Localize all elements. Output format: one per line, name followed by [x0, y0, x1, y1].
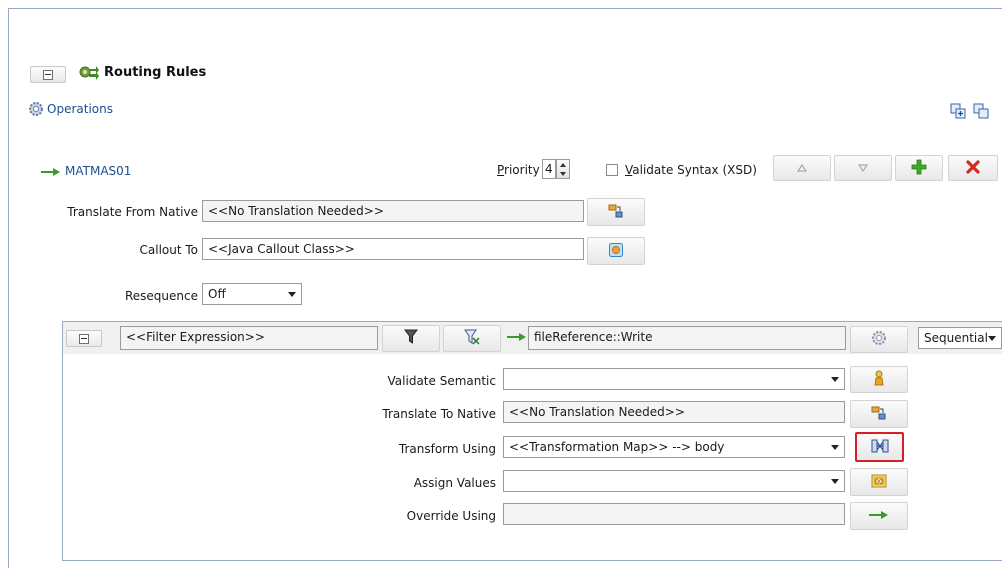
- validate-semantic-button[interactable]: [850, 366, 908, 393]
- assign-values-select[interactable]: [503, 470, 845, 492]
- callout-to-field[interactable]: <<Java Callout Class>>: [202, 238, 584, 260]
- assign-values-label: Assign Values: [413, 476, 496, 490]
- priority-input[interactable]: 4: [542, 159, 556, 179]
- chevron-down-icon: [831, 376, 839, 382]
- gear-icon: [28, 101, 44, 120]
- transform-using-label: Transform Using: [398, 442, 496, 456]
- transform-using-select[interactable]: <<Transformation Map>> --> body: [503, 436, 845, 458]
- override-using-field[interactable]: [503, 503, 845, 525]
- chevron-down-icon: [831, 444, 839, 450]
- svg-text:00: 00: [875, 478, 883, 485]
- collapse-all-icon[interactable]: [973, 103, 989, 122]
- x-icon: [965, 159, 981, 178]
- operations-link[interactable]: Operations: [47, 102, 113, 116]
- triangle-up-icon: [797, 161, 807, 175]
- execution-mode-value: Sequential: [924, 331, 988, 345]
- transform-using-value: <<Transformation Map>> --> body: [509, 440, 725, 454]
- chevron-down-icon: [288, 291, 296, 297]
- triangle-down-icon: [858, 161, 868, 175]
- chevron-down-icon: [831, 478, 839, 484]
- translate-from-native-label: Translate From Native: [67, 205, 198, 219]
- java-class-icon: [608, 242, 624, 261]
- rule-name-link[interactable]: MATMAS01: [65, 164, 131, 178]
- resequence-value: Off: [208, 287, 226, 301]
- assign-values-icon: 00: [871, 474, 887, 491]
- translate-to-native-label: Translate To Native: [382, 407, 496, 421]
- routing-rules-icon: [79, 63, 99, 84]
- callout-to-label: Callout To: [139, 243, 199, 257]
- chevron-down-icon: [988, 335, 996, 341]
- delete-rule-button[interactable]: [948, 155, 998, 181]
- resequence-select[interactable]: Off: [202, 283, 302, 305]
- translation-icon: [608, 203, 624, 222]
- validate-syntax-checkbox[interactable]: [606, 164, 618, 176]
- funnel-icon: [404, 329, 418, 348]
- filter-button[interactable]: [382, 325, 440, 352]
- assign-values-button[interactable]: 00: [850, 468, 908, 496]
- move-down-button[interactable]: [834, 155, 892, 181]
- filter-expression-field[interactable]: <<Filter Expression>>: [120, 326, 378, 350]
- window-frame-top: [8, 8, 1002, 9]
- window-frame-left: [8, 8, 9, 568]
- routing-rules-collapse-button[interactable]: [30, 66, 66, 83]
- filter-collapse-button[interactable]: [66, 330, 102, 347]
- add-rule-button[interactable]: [895, 155, 943, 181]
- transformation-map-icon: [871, 438, 889, 457]
- collapse-icon: [79, 333, 89, 344]
- arrow-right-icon: [869, 509, 889, 523]
- gear-icon: [871, 330, 887, 349]
- arrow-right-icon: [507, 331, 527, 345]
- clear-filter-button[interactable]: [443, 325, 501, 352]
- move-up-button[interactable]: [773, 155, 831, 181]
- callout-browse-button[interactable]: [587, 237, 645, 265]
- validate-semantic-select[interactable]: [503, 368, 845, 390]
- plus-icon: [911, 159, 927, 178]
- arrow-right-icon: [41, 166, 61, 180]
- translation-icon: [871, 405, 887, 424]
- collapse-icon: [43, 69, 53, 80]
- resequence-label: Resequence: [124, 289, 198, 303]
- target-service-field[interactable]: fileReference::Write: [528, 326, 846, 350]
- execution-mode-select[interactable]: Sequential: [918, 327, 1002, 349]
- transformation-map-button[interactable]: [855, 432, 904, 462]
- schematron-icon: [872, 370, 886, 389]
- target-settings-button[interactable]: [850, 326, 908, 353]
- translate-to-native-field[interactable]: <<No Translation Needed>>: [503, 401, 845, 423]
- override-using-button[interactable]: [850, 502, 908, 530]
- priority-spinner[interactable]: 4: [542, 159, 570, 179]
- translate-to-native-button[interactable]: [850, 400, 908, 428]
- override-using-label: Override Using: [406, 509, 496, 523]
- routing-rules-title: Routing Rules: [104, 65, 207, 80]
- validate-semantic-label: Validate Semantic: [387, 374, 496, 388]
- priority-label: Priority: [497, 163, 540, 177]
- expand-all-icon[interactable]: [950, 103, 966, 122]
- translate-from-native-field[interactable]: <<No Translation Needed>>: [202, 200, 584, 222]
- validate-syntax-label: Validate Syntax (XSD): [625, 163, 757, 177]
- translate-from-native-button[interactable]: [587, 198, 645, 226]
- clear-filter-icon: [464, 329, 480, 348]
- priority-spin-buttons[interactable]: [556, 159, 570, 179]
